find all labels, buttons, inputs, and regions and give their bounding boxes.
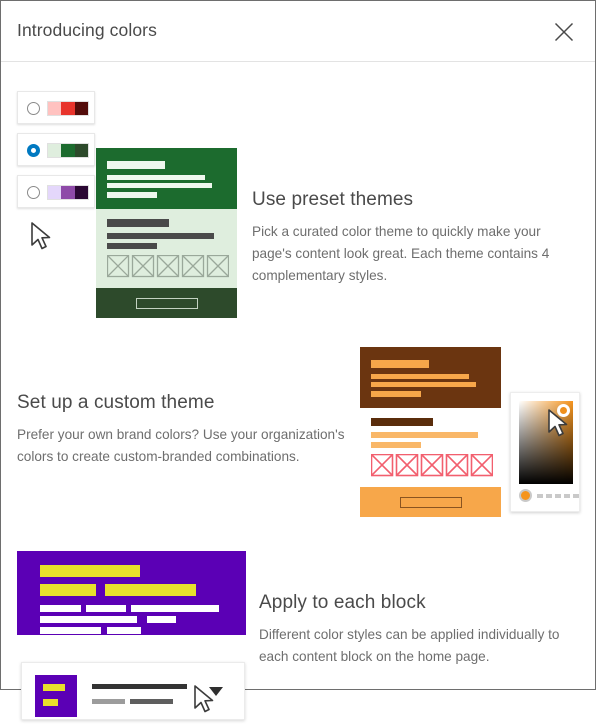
dialog-title: Introducing colors (17, 20, 157, 40)
section-title: Set up a custom theme (17, 392, 215, 413)
dialog-body: Use preset themes Pick a curated color t… (1, 62, 596, 720)
preview-line (107, 243, 157, 249)
section-title: Use preset themes (252, 189, 414, 210)
preview-line (371, 360, 429, 368)
preview-line (107, 219, 169, 227)
selector-line (92, 699, 125, 704)
custom-text-block: Set up a custom theme Prefer your own br… (17, 392, 347, 468)
preview-line (131, 605, 219, 612)
preview-line (105, 584, 196, 596)
preview-line (147, 616, 176, 623)
preview-line (40, 584, 96, 596)
preview-line (371, 432, 478, 438)
preview-line (107, 183, 212, 188)
color-gradient-area[interactable] (519, 401, 573, 484)
placeholder-images (107, 255, 229, 278)
purple-block-preview (17, 551, 246, 635)
swatch-color (61, 144, 75, 157)
preview-line (371, 418, 433, 426)
preview-line (40, 565, 140, 577)
section-custom-theme: Set up a custom theme Prefer your own br… (1, 287, 596, 527)
swatch-color (74, 186, 88, 199)
placeholder-images (371, 454, 493, 477)
preview-line (40, 627, 101, 634)
radio-icon (27, 186, 40, 199)
preview-line (107, 233, 214, 239)
preview-line (107, 161, 165, 169)
color-picker[interactable] (510, 392, 580, 512)
swatch-color (74, 102, 88, 115)
slider-dash (564, 494, 570, 498)
preview-line (107, 192, 157, 198)
swatch-color (48, 102, 62, 115)
color-swatch (47, 101, 89, 116)
preview-line (107, 175, 205, 180)
theme-option-purple[interactable] (17, 175, 95, 208)
swatch-color (74, 144, 88, 157)
color-picker-handle[interactable] (557, 404, 570, 417)
radio-icon-selected (27, 144, 40, 157)
section-apply-to-block: Apply to each block Different color styl… (1, 527, 596, 727)
block-style-thumbnail (35, 675, 77, 717)
mouse-cursor-icon (31, 222, 51, 250)
preview-line (40, 605, 81, 612)
theme-option-list (17, 91, 95, 217)
section-description: Pick a curated color theme to quickly ma… (252, 224, 550, 283)
thumb-line (43, 699, 58, 706)
orange-theme-page-preview (360, 347, 501, 517)
section-preset-themes: Use preset themes Pick a curated color t… (1, 62, 596, 318)
selector-line (92, 684, 187, 689)
preview-line (107, 627, 141, 634)
section-title: Apply to each block (259, 592, 426, 613)
block-style-selector[interactable] (21, 662, 245, 720)
slider-dash (537, 494, 543, 498)
slider-dash (573, 494, 579, 498)
selector-line (130, 699, 173, 704)
slider-dash (555, 494, 561, 498)
slider-dash (546, 494, 552, 498)
section-description: Prefer your own brand colors? Use your o… (17, 427, 345, 464)
preview-line (371, 391, 421, 397)
hue-slider[interactable] (519, 489, 579, 503)
hue-slider-handle[interactable] (519, 489, 532, 502)
preview-line (371, 382, 476, 387)
preview-line (86, 605, 126, 612)
theme-option-red[interactable] (17, 91, 95, 124)
swatch-color (61, 186, 75, 199)
chevron-down-icon[interactable] (209, 687, 224, 697)
swatch-color (48, 186, 62, 199)
radio-icon (27, 102, 40, 115)
swatch-color (61, 102, 75, 115)
preview-line (371, 442, 421, 448)
preview-button (400, 497, 462, 508)
theme-option-green[interactable] (17, 133, 95, 166)
swatch-color (48, 144, 62, 157)
section-description: Different color styles can be applied in… (259, 627, 560, 664)
color-swatch (47, 143, 89, 158)
introducing-colors-dialog: Introducing colors Use preset themes Pic… (0, 0, 596, 720)
color-swatch (47, 185, 89, 200)
close-icon (554, 22, 574, 42)
preset-text-block: Use preset themes Pick a curated color t… (252, 189, 582, 287)
preview-line (40, 616, 137, 623)
blocks-text-block: Apply to each block Different color styl… (259, 592, 585, 668)
preview-line (371, 374, 469, 379)
dialog-header: Introducing colors (1, 1, 595, 62)
close-button[interactable] (543, 11, 585, 53)
